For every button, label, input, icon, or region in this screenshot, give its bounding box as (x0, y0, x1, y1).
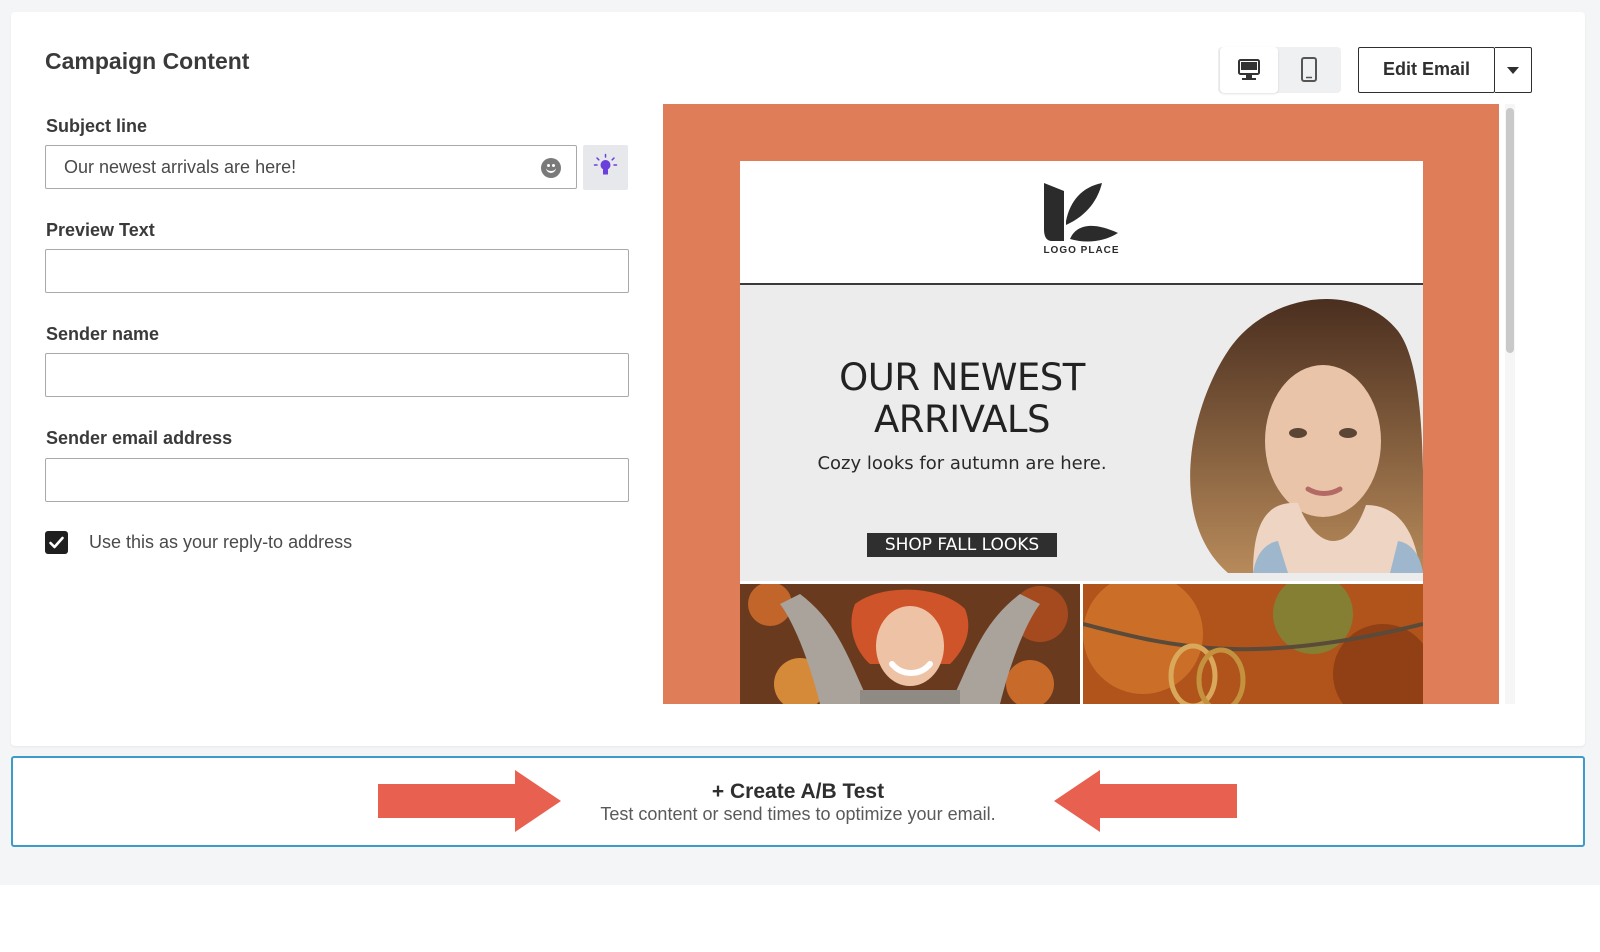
hero-subtitle: Cozy looks for autumn are here. (817, 453, 1107, 474)
reply-to-checkbox[interactable] (45, 531, 68, 554)
lightbulb-icon (593, 153, 618, 175)
shop-fall-looks-button[interactable]: SHOP FALL LOOKS (867, 533, 1057, 557)
edit-email-dropdown[interactable] (1495, 47, 1532, 93)
emoji-icon[interactable] (541, 158, 561, 178)
gallery-photo-leaves (740, 584, 1080, 704)
edit-email-button[interactable]: Edit Email (1358, 47, 1495, 93)
email-gallery (740, 584, 1423, 704)
subject-line-label: Subject line (46, 116, 148, 136)
preview-text-label: Preview Text (46, 220, 155, 240)
preview-scrollbar-thumb[interactable] (1506, 108, 1514, 353)
arrow-right-icon (378, 770, 561, 832)
reply-to-label[interactable]: Use this as your reply-to address (89, 532, 352, 553)
email-header: LOGO PLACE (740, 161, 1423, 285)
preview-text-input[interactable] (45, 249, 629, 293)
sender-name-input[interactable] (45, 353, 629, 397)
mobile-icon (1301, 57, 1317, 82)
desktop-icon (1238, 59, 1260, 80)
card-title: Campaign Content (45, 48, 250, 74)
ab-test-subtitle: Test content or send times to optimize y… (600, 804, 996, 824)
hero-title: OUR NEWEST ARRIVALS (839, 356, 1085, 441)
email-hero: OUR NEWEST ARRIVALS Cozy looks for autum… (740, 285, 1423, 581)
checkmark-icon (49, 536, 64, 549)
subject-line-input[interactable] (45, 145, 577, 189)
email-body: LOGO PLACE OUR NEWEST ARRIVALS Cozy look… (740, 161, 1423, 704)
gallery-photo-rings (1083, 584, 1423, 704)
mobile-view-button[interactable] (1280, 47, 1338, 93)
sender-name-label: Sender name (46, 324, 160, 344)
sender-email-input[interactable] (45, 458, 629, 502)
email-preview[interactable]: LOGO PLACE OUR NEWEST ARRIVALS Cozy look… (663, 104, 1499, 704)
chevron-down-icon (1507, 67, 1519, 74)
sender-email-label: Sender email address (46, 428, 233, 448)
desktop-view-button[interactable] (1220, 47, 1278, 93)
subject-ideas-button[interactable] (583, 145, 628, 190)
brand-logo (1044, 183, 1118, 242)
arrow-left-icon (1054, 770, 1237, 832)
preview-device-toggle (1218, 47, 1341, 93)
create-ab-test-button[interactable]: + Create A/B Test Test content or send t… (11, 756, 1585, 847)
logo-text: LOGO PLACE (1043, 245, 1120, 256)
hero-model-photo (1190, 298, 1423, 573)
ab-test-title: + Create A/B Test (711, 780, 885, 803)
